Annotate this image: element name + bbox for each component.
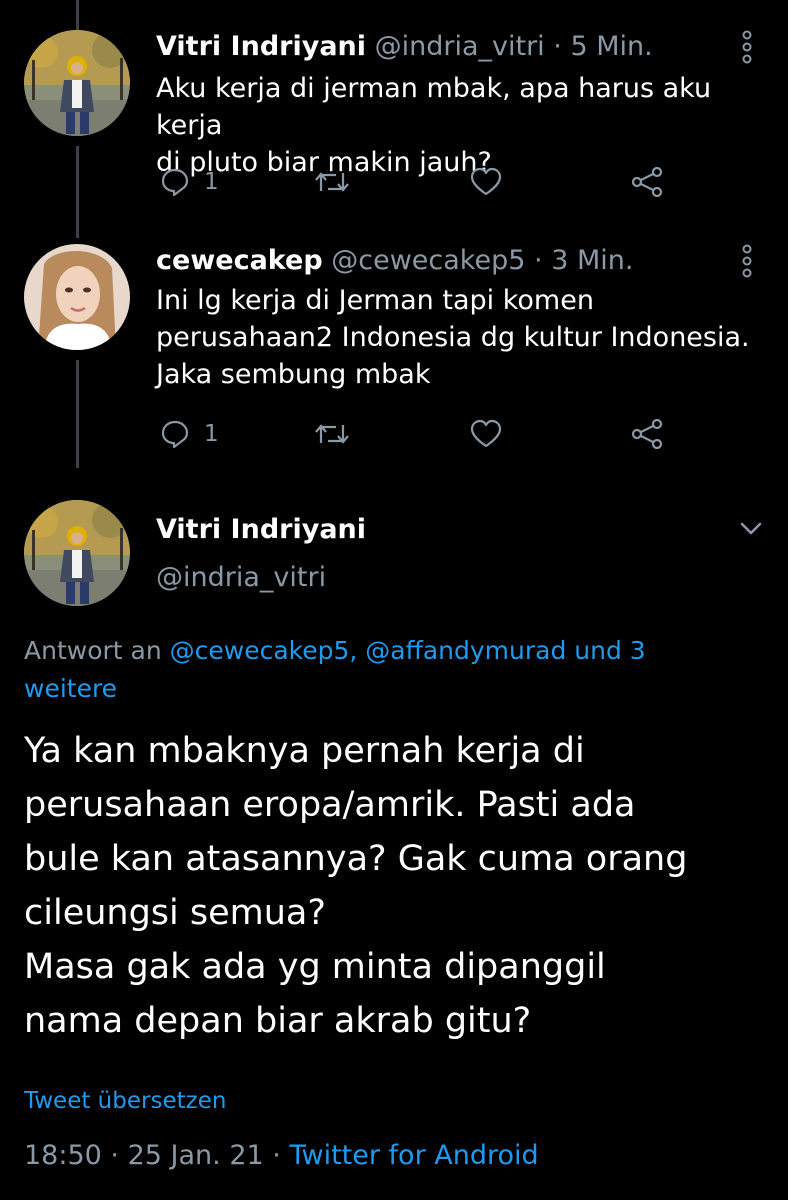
tweet-text-line: bule kan atasannya? Gak cuma orang [24, 839, 688, 879]
replying-to: Antwort an @cewecakep5, @affandymurad un… [24, 632, 764, 708]
avatar-photo-woman-hijab-icon [24, 500, 130, 606]
author-name[interactable]: Vitri Indriyani [156, 514, 366, 545]
tweet-metadata: 18:50 · 25 Jan. 21 · Twitter for Android [24, 1140, 539, 1171]
reply-mentions-more-link[interactable]: weitere [24, 670, 764, 708]
tweet-date: 25 Jan. 21 [127, 1140, 264, 1171]
tweet-text-line: nama depan biar akrab gitu? [24, 1001, 532, 1041]
tweet-text-line: Ya kan mbaknya pernah kerja di [24, 731, 585, 771]
main-tweet-text: Ya kan mbaknya pernah kerja di perusahaa… [24, 724, 774, 1048]
reply-mentions-link[interactable]: @cewecakep5, @affandymurad und 3 [170, 636, 646, 665]
separator: · [110, 1140, 119, 1171]
tweet-source-link[interactable]: Twitter for Android [289, 1140, 538, 1171]
tweet-time: 18:50 [24, 1140, 102, 1171]
separator: · [272, 1140, 281, 1171]
tweet-text-line: Masa gak ada yg minta dipanggil [24, 947, 606, 987]
avatar[interactable] [24, 500, 130, 606]
main-tweet: Vitri Indriyani @indria_vitri Antwort an… [0, 0, 788, 1200]
chevron-down-icon[interactable] [734, 514, 768, 544]
author-handle[interactable]: @indria_vitri [156, 562, 326, 593]
translate-tweet-link[interactable]: Tweet übersetzen [24, 1088, 226, 1114]
tweet-text-line: perusahaan eropa/amrik. Pasti ada [24, 785, 636, 825]
reply-prefix: Antwort an [24, 636, 162, 665]
tweet-text-line: cileungsi semua? [24, 893, 326, 933]
